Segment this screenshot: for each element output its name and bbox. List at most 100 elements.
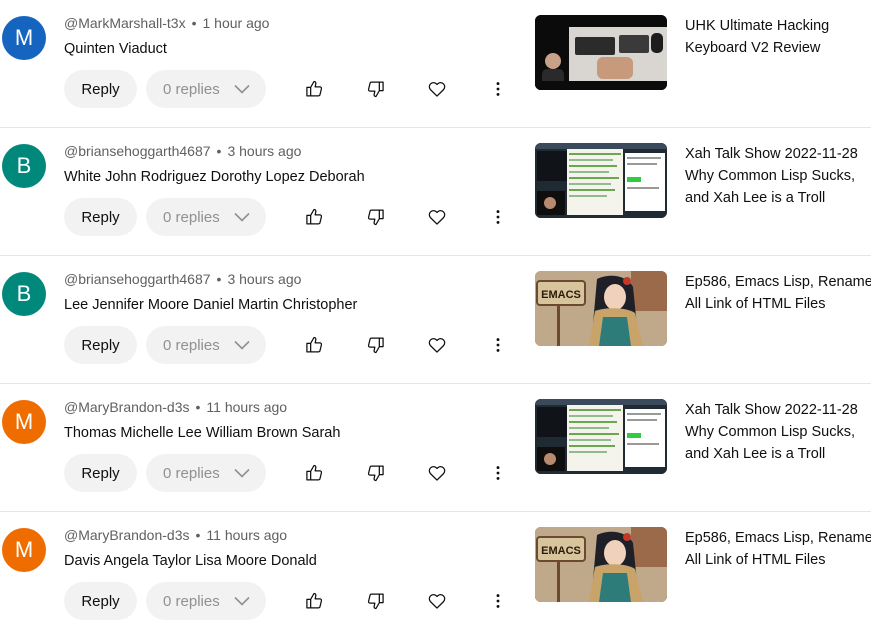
avatar[interactable]: M <box>2 400 46 444</box>
comment-row: B @briansehoggarth4687 • 3 hours ago White… <box>0 128 871 256</box>
reply-button[interactable]: Reply <box>64 454 137 492</box>
separator-dot: • <box>216 271 222 287</box>
comment-text: Lee Jennifer Moore Daniel Martin Christo… <box>64 297 358 313</box>
heart-icon[interactable] <box>427 79 447 99</box>
video-title-line: UHK Ultimate Hacking <box>685 18 830 34</box>
video-title-line: Xah Talk Show 2022-11-28 <box>685 402 858 418</box>
comment-text: Davis Angela Taylor Lisa Moore Donald <box>64 553 317 569</box>
avatar[interactable]: B <box>2 144 46 188</box>
heart-icon[interactable] <box>427 591 447 611</box>
thumbs-down-icon[interactable] <box>366 207 386 227</box>
reply-button[interactable]: Reply <box>64 326 137 364</box>
comment-row: M @MarkMarshall-t3x • 1 hour ago Quinten V… <box>0 0 871 128</box>
replies-count: 0 replies <box>163 464 220 482</box>
video-thumbnail[interactable]: EMACS <box>535 271 667 346</box>
comment-time: 1 hour ago <box>202 15 270 31</box>
comment-text: Thomas Michelle Lee William Brown Sarah <box>64 425 341 441</box>
separator-dot: • <box>216 143 222 159</box>
video-title-line: Keyboard V2 Review <box>685 40 821 56</box>
video-title-line: Why Common Lisp Sucks, <box>685 424 856 440</box>
thumbs-down-icon[interactable] <box>366 335 386 355</box>
comment-time: 11 hours ago <box>206 399 288 415</box>
author-handle[interactable]: @MaryBrandon-d3s <box>64 527 190 543</box>
thumbs-down-icon[interactable] <box>366 591 386 611</box>
thumbs-up-icon[interactable] <box>304 591 324 611</box>
replies-dropdown[interactable]: 0 replies <box>146 454 266 492</box>
more-options-icon[interactable] <box>488 463 508 483</box>
comment-meta: @briansehoggarth4687 • 3 hours ago <box>64 271 301 287</box>
more-options-icon[interactable] <box>488 335 508 355</box>
heart-icon[interactable] <box>427 335 447 355</box>
comment-actions: Reply 0 replies <box>64 454 266 492</box>
comment-row: B @briansehoggarth4687 • 3 hours ago Lee J… <box>0 256 871 384</box>
avatar[interactable]: M <box>2 528 46 572</box>
heart-icon[interactable] <box>427 463 447 483</box>
comment-text: Quinten Viaduct <box>64 41 167 57</box>
author-handle[interactable]: @MaryBrandon-d3s <box>64 399 190 415</box>
avatar[interactable]: M <box>2 16 46 60</box>
video-title-line: Ep586, Emacs Lisp, Rename <box>685 274 871 290</box>
thumbs-up-icon[interactable] <box>304 79 324 99</box>
author-handle[interactable]: @briansehoggarth4687 <box>64 271 211 287</box>
video-title-line: Ep586, Emacs Lisp, Rename <box>685 530 871 546</box>
comment-meta: @briansehoggarth4687 • 3 hours ago <box>64 143 301 159</box>
chevron-down-icon <box>234 84 250 94</box>
thumbs-up-icon[interactable] <box>304 335 324 355</box>
video-title-line: and Xah Lee is a Troll <box>685 446 826 462</box>
video-title[interactable]: UHK Ultimate Hacking Keyboard V2 Review <box>685 15 869 59</box>
video-thumbnail[interactable]: EMACS <box>535 527 667 602</box>
reply-button[interactable]: Reply <box>64 70 137 108</box>
video-thumbnail[interactable] <box>535 15 667 90</box>
video-title[interactable]: Ep586, Emacs Lisp, Rename All Link of HT… <box>685 271 871 315</box>
separator-dot: • <box>195 399 201 415</box>
replies-count: 0 replies <box>163 592 220 610</box>
more-options-icon[interactable] <box>488 207 508 227</box>
video-title[interactable]: Ep586, Emacs Lisp, Rename All Link of HT… <box>685 527 871 571</box>
reply-button[interactable]: Reply <box>64 198 137 236</box>
replies-dropdown[interactable]: 0 replies <box>146 198 266 236</box>
more-options-icon[interactable] <box>488 79 508 99</box>
comment-actions: Reply 0 replies <box>64 70 266 108</box>
thumbnail-sign-text: EMACS <box>541 289 581 301</box>
replies-count: 0 replies <box>163 336 220 354</box>
author-handle[interactable]: @MarkMarshall-t3x <box>64 15 186 31</box>
comment-meta: @MarkMarshall-t3x • 1 hour ago <box>64 15 269 31</box>
video-title[interactable]: Xah Talk Show 2022-11-28 Why Common Lisp… <box>685 399 869 465</box>
comment-time: 3 hours ago <box>227 143 302 159</box>
thumbs-up-icon[interactable] <box>304 207 324 227</box>
replies-dropdown[interactable]: 0 replies <box>146 582 266 620</box>
comment-actions: Reply 0 replies <box>64 198 266 236</box>
separator-dot: • <box>195 527 201 543</box>
avatar[interactable]: B <box>2 272 46 316</box>
reply-button[interactable]: Reply <box>64 582 137 620</box>
thumbnail-sign-text: EMACS <box>541 545 581 557</box>
comment-actions: Reply 0 replies <box>64 326 266 364</box>
comment-time: 3 hours ago <box>227 271 302 287</box>
video-title-line: and Xah Lee is a Troll <box>685 190 826 206</box>
video-title-line: All Link of HTML Files <box>685 296 826 312</box>
comment-meta: @MaryBrandon-d3s • 11 hours ago <box>64 399 287 415</box>
replies-count: 0 replies <box>163 80 220 98</box>
video-thumbnail[interactable] <box>535 143 667 218</box>
thumbs-up-icon[interactable] <box>304 463 324 483</box>
comment-actions: Reply 0 replies <box>64 582 266 620</box>
replies-dropdown[interactable]: 0 replies <box>146 326 266 364</box>
chevron-down-icon <box>234 340 250 350</box>
author-handle[interactable]: @briansehoggarth4687 <box>64 143 211 159</box>
heart-icon[interactable] <box>427 207 447 227</box>
comment-row: M @MaryBrandon-d3s • 11 hours ago Thomas M… <box>0 384 871 512</box>
video-thumbnail[interactable] <box>535 399 667 474</box>
chevron-down-icon <box>234 212 250 222</box>
thumbs-down-icon[interactable] <box>366 463 386 483</box>
more-options-icon[interactable] <box>488 591 508 611</box>
replies-dropdown[interactable]: 0 replies <box>146 70 266 108</box>
video-title-line: Why Common Lisp Sucks, <box>685 168 856 184</box>
comment-text: White John Rodriguez Dorothy Lopez Debor… <box>64 169 365 185</box>
comment-row: M @MaryBrandon-d3s • 11 hours ago Davis An… <box>0 512 871 640</box>
chevron-down-icon <box>234 468 250 478</box>
video-title[interactable]: Xah Talk Show 2022-11-28 Why Common Lisp… <box>685 143 869 209</box>
thumbs-down-icon[interactable] <box>366 79 386 99</box>
replies-count: 0 replies <box>163 208 220 226</box>
comment-list: M @MarkMarshall-t3x • 1 hour ago Quinten V… <box>0 0 871 640</box>
comment-meta: @MaryBrandon-d3s • 11 hours ago <box>64 527 287 543</box>
